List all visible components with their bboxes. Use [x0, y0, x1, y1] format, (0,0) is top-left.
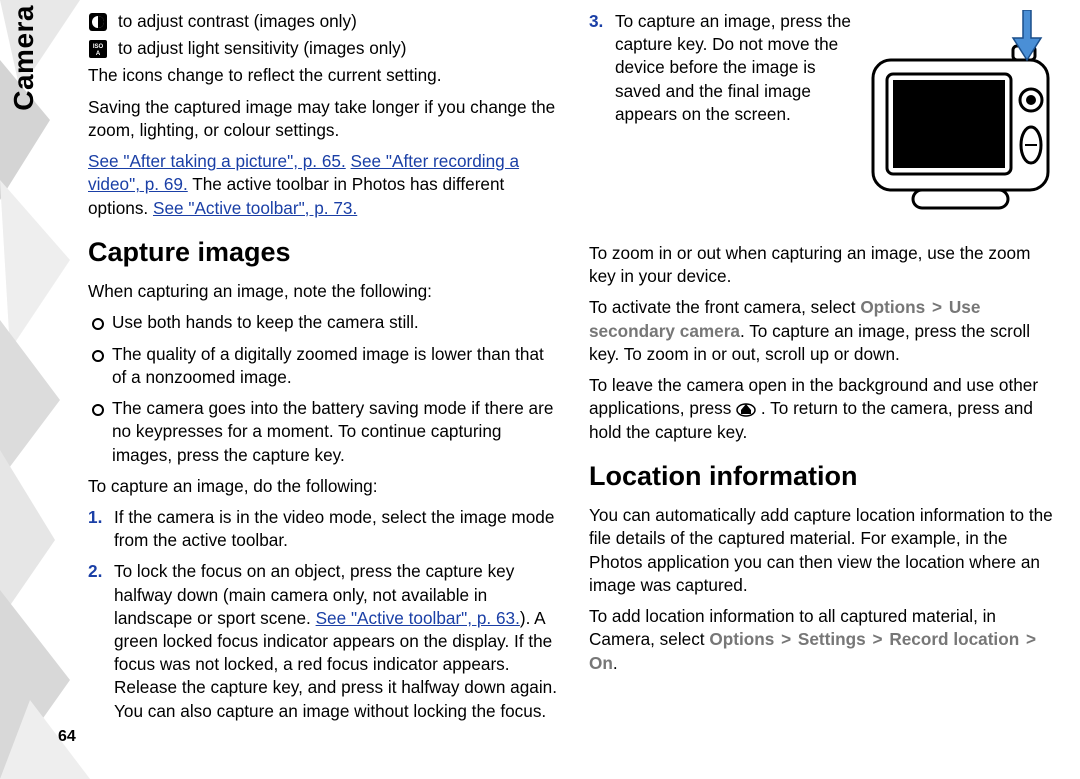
- ui-separator: >: [871, 629, 885, 649]
- icon-line-contrast: to adjust contrast (images only): [88, 10, 557, 33]
- body-text: To capture an image, do the following:: [88, 475, 557, 498]
- xref-link[interactable]: See "Active toolbar", p. 63.: [316, 608, 520, 628]
- list-item: To lock the focus on an object, press th…: [88, 560, 557, 723]
- body-text-span: To activate the front camera, select: [589, 297, 860, 317]
- body-text: To leave the camera open in the backgrou…: [589, 374, 1058, 444]
- ui-option-label: Settings: [798, 629, 866, 649]
- step3-with-figure: 3. To capture an image, press the captur…: [589, 10, 1058, 234]
- body-text: Saving the captured image may take longe…: [88, 96, 557, 142]
- heading-capture-images: Capture images: [88, 234, 557, 270]
- page-content: to adjust contrast (images only) ISOA to…: [88, 10, 1058, 762]
- home-key-icon: [736, 399, 756, 417]
- ui-option-label: On: [589, 653, 613, 673]
- icon-line-text: to adjust contrast (images only): [118, 10, 357, 33]
- body-text: To activate the front camera, select Opt…: [589, 296, 1058, 366]
- body-text: See "After taking a picture", p. 65. See…: [88, 150, 557, 220]
- ui-separator: >: [1024, 629, 1038, 649]
- page-number: 64: [58, 728, 76, 746]
- svg-text:ISO: ISO: [93, 44, 104, 50]
- icon-line-iso: ISOA to adjust light sensitivity (images…: [88, 37, 557, 60]
- ui-option-label: Options: [709, 629, 774, 649]
- svg-text:A: A: [96, 51, 101, 57]
- ui-option-label: Record location: [889, 629, 1019, 649]
- contrast-icon: [88, 12, 108, 32]
- body-text: The icons change to reflect the current …: [88, 64, 557, 87]
- iso-icon: ISOA: [88, 39, 108, 59]
- ui-separator: >: [779, 629, 793, 649]
- step-number: 3.: [589, 10, 615, 33]
- list-item: If the camera is in the video mode, sele…: [88, 506, 557, 552]
- ui-option-label: Options: [860, 297, 925, 317]
- ui-separator: >: [930, 297, 944, 317]
- body-text: To add location information to all captu…: [589, 605, 1058, 675]
- list-item: The quality of a digitally zoomed image …: [88, 343, 557, 389]
- background-triangles: [0, 0, 100, 779]
- list-item: The camera goes into the battery saving …: [88, 397, 557, 467]
- xref-link[interactable]: See "Active toolbar", p. 73.: [153, 198, 357, 218]
- xref-link[interactable]: See "After taking a picture", p. 65.: [88, 151, 346, 171]
- body-text: To zoom in or out when capturing an imag…: [589, 242, 1058, 288]
- bullet-list: Use both hands to keep the camera still.…: [88, 311, 557, 466]
- body-text-span: .: [613, 653, 618, 673]
- heading-location-info: Location information: [589, 458, 1058, 494]
- list-item: Use both hands to keep the camera still.: [88, 311, 557, 334]
- body-text: You can automatically add capture locati…: [589, 504, 1058, 597]
- icon-line-text: to adjust light sensitivity (images only…: [118, 37, 407, 60]
- body-text: When capturing an image, note the follow…: [88, 280, 557, 303]
- section-side-label: Camera: [8, 5, 40, 111]
- device-illustration: [863, 10, 1058, 230]
- numbered-steps: If the camera is in the video mode, sele…: [88, 506, 557, 723]
